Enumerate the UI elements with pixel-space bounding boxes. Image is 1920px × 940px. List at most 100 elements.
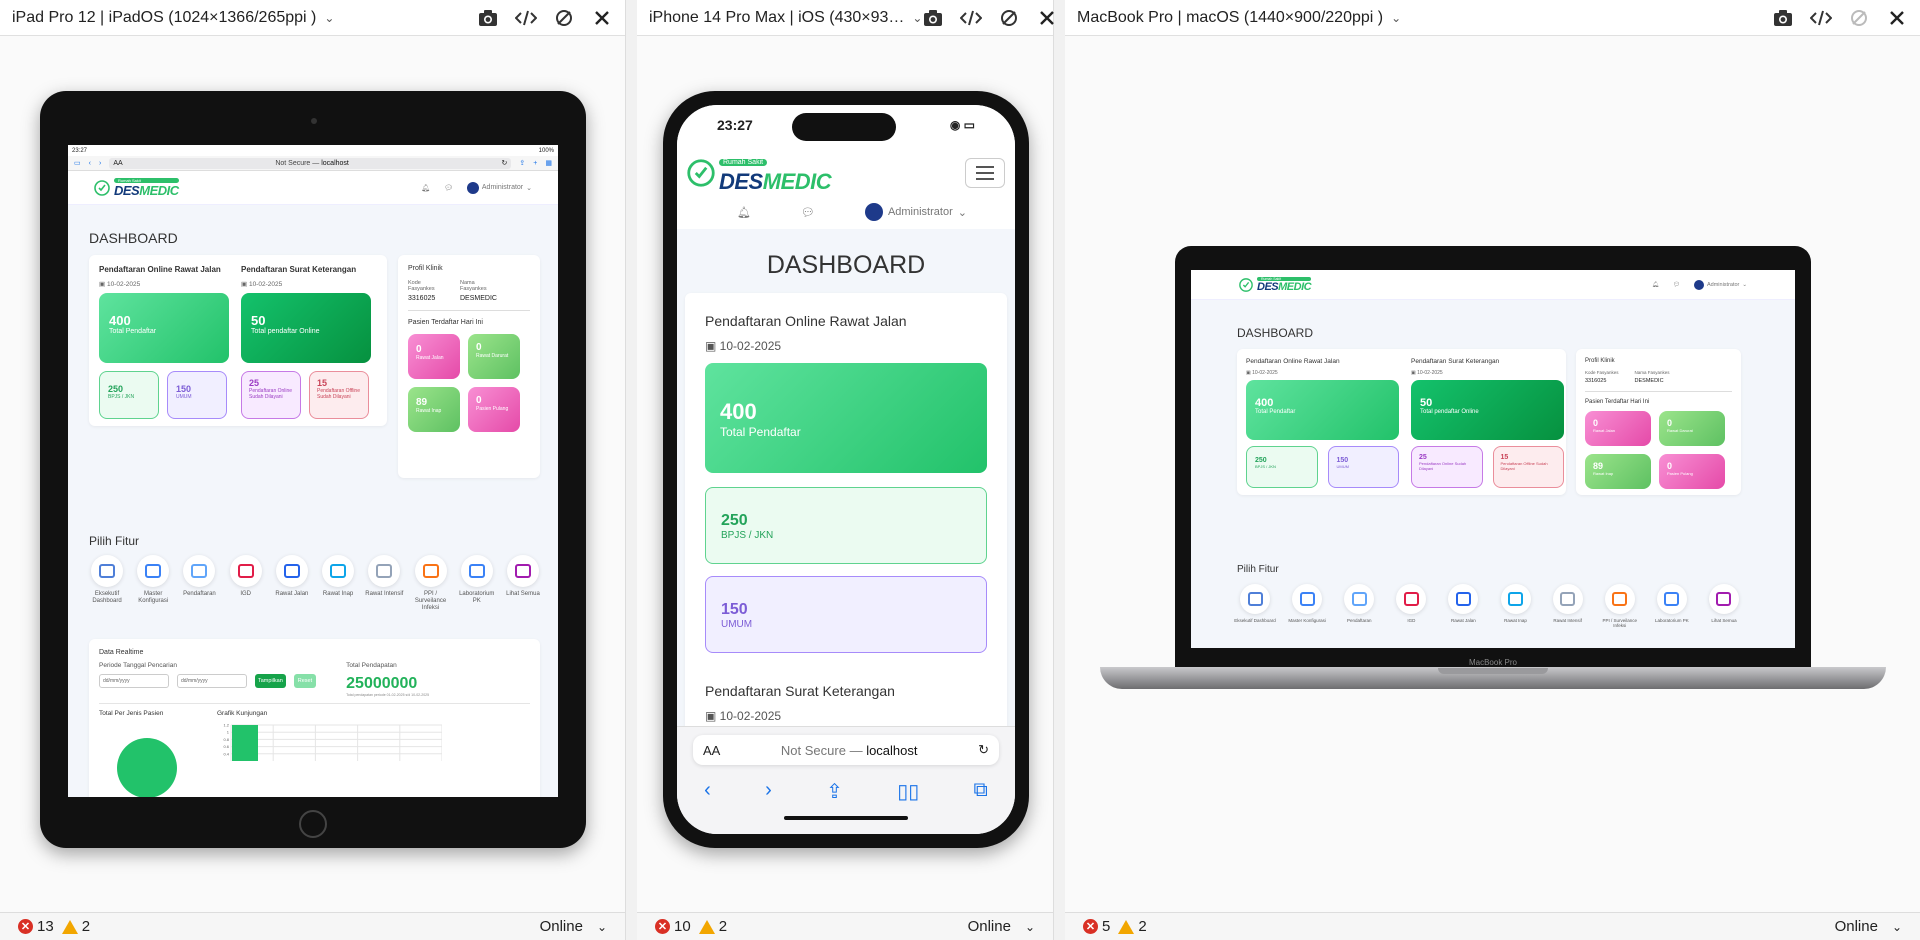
chat-icon[interactable]: 💬︎ bbox=[801, 206, 815, 219]
user-menu[interactable]: Administrator ⌄ bbox=[864, 203, 967, 221]
camera-icon[interactable] bbox=[1772, 7, 1794, 29]
chevron-down-icon[interactable]: ⌄ bbox=[597, 920, 607, 934]
feature-rawat-jalan[interactable]: Rawat Jalan bbox=[271, 555, 313, 613]
feature-rawat-inap[interactable]: Rawat Inap bbox=[1492, 584, 1540, 629]
back-icon[interactable]: ‹ bbox=[704, 779, 711, 804]
sidebar-icon[interactable]: ▭ bbox=[74, 159, 81, 167]
online-total-tile[interactable]: 400 Total Pendaftar bbox=[705, 363, 987, 473]
umum-tile[interactable]: 150 UMUM bbox=[1327, 446, 1399, 488]
camera-icon[interactable] bbox=[477, 7, 499, 29]
rawat-darurat-tile[interactable]: 0 Rawat Darurat bbox=[468, 334, 520, 379]
home-button[interactable] bbox=[299, 810, 327, 838]
app-logo[interactable]: Rumah Sakit DESMEDIC bbox=[687, 151, 832, 195]
error-count[interactable]: 10 bbox=[674, 918, 691, 935]
bell-icon[interactable]: 🔔︎ bbox=[737, 206, 751, 219]
tabs-icon[interactable]: ⧉ bbox=[974, 779, 988, 804]
warning-count[interactable]: 2 bbox=[82, 918, 90, 935]
chevron-down-icon[interactable]: ⌄ bbox=[1892, 920, 1902, 934]
feature-lihat-semua[interactable]: Lihat Semua bbox=[1700, 584, 1748, 629]
warning-count[interactable]: 2 bbox=[1138, 918, 1146, 935]
camera-icon[interactable] bbox=[922, 7, 944, 29]
feature-ppi-surveilance-infeksi[interactable]: PPI / Surveilance Infeksi bbox=[1596, 584, 1644, 629]
reader-aa[interactable]: AA bbox=[703, 743, 720, 758]
feature-pendaftaran[interactable]: Pendaftaran bbox=[178, 555, 220, 613]
user-menu[interactable]: Administrator ⌄ bbox=[1693, 279, 1747, 290]
surat-total-tile[interactable]: 50 Total pendaftar Online bbox=[1411, 380, 1564, 440]
surat-total-tile[interactable]: 50 Total pendaftar Online bbox=[241, 293, 371, 363]
online-total-tile[interactable]: 400 Total Pendaftar bbox=[1246, 380, 1399, 440]
feature-eksekutif-dashboard[interactable]: Eksekutif Dashboard bbox=[1231, 584, 1279, 629]
bell-icon[interactable]: 🔔︎ bbox=[421, 184, 430, 192]
feature-eksekutif-dashboard[interactable]: Eksekutif Dashboard bbox=[86, 555, 128, 613]
bpjs-tile[interactable]: 250 BPJS / JKN bbox=[99, 371, 159, 419]
offline-done-tile[interactable]: 15 Pendaftaran Offline Sudah Dilayani bbox=[1492, 446, 1564, 488]
address-bar[interactable]: AA Not Secure — localhost ↻ bbox=[109, 157, 512, 169]
device-select[interactable]: iPhone 14 Pro Max | iOS (430×93… bbox=[649, 9, 904, 27]
feature-laboratorium-pk[interactable]: Laboratorium PK bbox=[456, 555, 498, 613]
chat-icon[interactable]: 💬︎ bbox=[1673, 282, 1680, 288]
bpjs-tile[interactable]: 250 BPJS / JKN bbox=[705, 487, 987, 564]
network-status[interactable]: Online bbox=[540, 918, 583, 935]
close-icon[interactable] bbox=[1036, 7, 1058, 29]
bell-icon[interactable]: 🔔︎ bbox=[1652, 282, 1659, 288]
online-done-tile[interactable]: 25 Pendaftaran Online Sudah Dilayani bbox=[241, 371, 301, 419]
share-icon[interactable]: ⇪ bbox=[519, 159, 525, 167]
code-icon[interactable] bbox=[960, 7, 983, 29]
rawat-inap-tile[interactable]: 89 Rawat Inap bbox=[1585, 454, 1651, 489]
start-date-input[interactable]: dd/mm/yyyy bbox=[99, 674, 169, 688]
share-icon[interactable]: ⇪ bbox=[826, 779, 843, 804]
network-status[interactable]: Online bbox=[968, 918, 1011, 935]
chevron-down-icon[interactable]: ⌄ bbox=[912, 11, 922, 25]
rotate-icon[interactable] bbox=[553, 7, 575, 29]
chevron-down-icon[interactable]: ⌄ bbox=[324, 11, 334, 25]
warning-count[interactable]: 2 bbox=[719, 918, 727, 935]
feature-laboratorium-pk[interactable]: Laboratorium PK bbox=[1648, 584, 1696, 629]
device-select[interactable]: MacBook Pro | macOS (1440×900/220ppi ) bbox=[1077, 9, 1383, 27]
chevron-down-icon[interactable]: ⌄ bbox=[1391, 11, 1401, 25]
error-count[interactable]: 5 bbox=[1102, 918, 1110, 935]
error-count[interactable]: 13 bbox=[37, 918, 54, 935]
feature-pendaftaran[interactable]: Pendaftaran bbox=[1335, 584, 1383, 629]
tabs-icon[interactable]: ▦ bbox=[545, 159, 552, 167]
app-logo[interactable]: Rumah Sakit DESMEDIC bbox=[94, 177, 179, 198]
feature-master-konfigurasi[interactable]: Master Konfigurasi bbox=[1283, 584, 1331, 629]
chevron-down-icon[interactable]: ⌄ bbox=[1025, 920, 1035, 934]
forward-icon[interactable]: › bbox=[99, 160, 101, 167]
feature-lihat-semua[interactable]: Lihat Semua bbox=[502, 555, 544, 613]
feature-ppi-surveilance-infeksi[interactable]: PPI / Surveilance Infeksi bbox=[410, 555, 452, 613]
rawat-darurat-tile[interactable]: 0 Rawat Darurat bbox=[1659, 411, 1725, 446]
hamburger-menu-icon[interactable] bbox=[965, 158, 1005, 188]
online-total-tile[interactable]: 400 Total Pendaftar bbox=[99, 293, 229, 363]
bpjs-tile[interactable]: 250 BPJS / JKN bbox=[1246, 446, 1318, 488]
code-icon[interactable] bbox=[515, 7, 537, 29]
forward-icon[interactable]: › bbox=[765, 779, 772, 804]
feature-igd[interactable]: IGD bbox=[225, 555, 267, 613]
rawat-inap-tile[interactable]: 89 Rawat Inap bbox=[408, 387, 460, 432]
network-status[interactable]: Online bbox=[1835, 918, 1878, 935]
offline-done-tile[interactable]: 15 Pendaftaran Offline Sudah Dilayani bbox=[309, 371, 369, 419]
user-menu[interactable]: Administrator ⌄ bbox=[466, 181, 532, 194]
reload-icon[interactable]: ↻ bbox=[502, 159, 508, 167]
rawat-jalan-tile[interactable]: 0 Rawat Jalan bbox=[408, 334, 460, 379]
umum-tile[interactable]: 150 UMUM bbox=[705, 576, 987, 653]
tampilkan-button[interactable]: Tampilkan bbox=[255, 674, 286, 688]
feature-master-konfigurasi[interactable]: Master Konfigurasi bbox=[132, 555, 174, 613]
new-tab-icon[interactable]: + bbox=[533, 160, 537, 167]
reader-aa[interactable]: AA bbox=[113, 160, 122, 167]
feature-igd[interactable]: IGD bbox=[1387, 584, 1435, 629]
feature-rawat-intensif[interactable]: Rawat Intensif bbox=[1544, 584, 1592, 629]
reload-icon[interactable]: ↻ bbox=[978, 742, 989, 758]
rawat-jalan-tile[interactable]: 0 Rawat Jalan bbox=[1585, 411, 1651, 446]
address-bar[interactable]: AA Not Secure — localhost ↻ bbox=[693, 735, 999, 765]
chat-icon[interactable]: 💬︎ bbox=[444, 184, 453, 192]
feature-rawat-jalan[interactable]: Rawat Jalan bbox=[1439, 584, 1487, 629]
rotate-icon[interactable] bbox=[998, 7, 1020, 29]
code-icon[interactable] bbox=[1810, 7, 1832, 29]
bookmarks-icon[interactable]: ▯▯ bbox=[897, 779, 919, 804]
feature-rawat-inap[interactable]: Rawat Inap bbox=[317, 555, 359, 613]
close-icon[interactable] bbox=[591, 7, 613, 29]
close-icon[interactable] bbox=[1886, 7, 1908, 29]
back-icon[interactable]: ‹ bbox=[89, 160, 91, 167]
pasien-pulang-tile[interactable]: 0 Pasien Pulang bbox=[1659, 454, 1725, 489]
end-date-input[interactable]: dd/mm/yyyy bbox=[177, 674, 247, 688]
